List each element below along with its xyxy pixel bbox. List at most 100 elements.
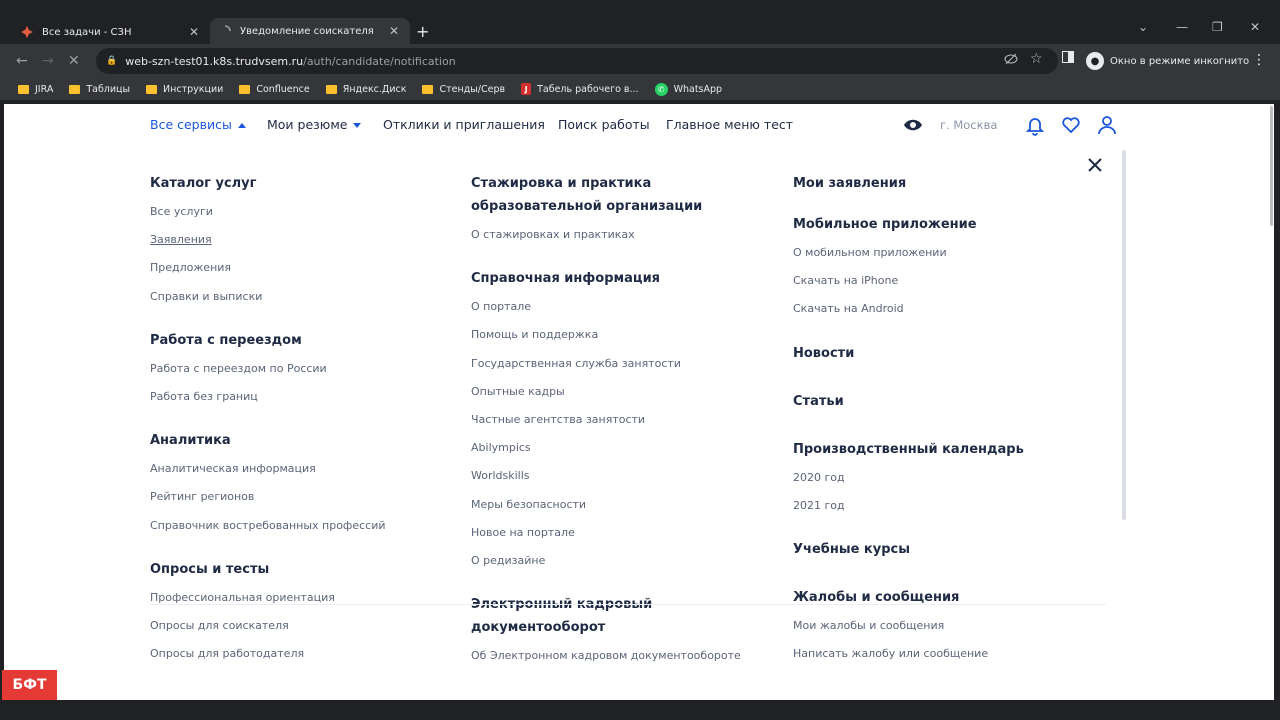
page-scrollbar[interactable] <box>1270 106 1273 226</box>
sidepanel-icon[interactable] <box>1062 51 1074 67</box>
url-host: web-szn-test01.k8s.trudvsem.ru <box>125 54 304 68</box>
menu-link[interactable]: Заявления <box>150 226 386 254</box>
bft-logo: БФТ <box>2 670 57 704</box>
menu-link[interactable]: О портале <box>471 293 741 321</box>
bookmark-confluence[interactable]: Confluence <box>239 84 310 95</box>
section-title: Работа с переездом <box>150 332 302 348</box>
heart-icon[interactable] <box>1060 114 1082 136</box>
tab-search-chevron-icon[interactable]: ⌄ <box>1138 20 1148 34</box>
menu-link[interactable]: Об Электронном кадровом документообороте <box>471 642 741 670</box>
url-path: /auth/candidate/notification <box>303 54 456 68</box>
bookmark-yandex-disk[interactable]: Яндекс.Диск <box>325 84 406 95</box>
bottom-bar <box>0 700 1280 720</box>
bell-icon[interactable] <box>1024 114 1046 136</box>
menu-link[interactable]: Помощь и поддержка <box>471 321 741 349</box>
menu-link[interactable]: Частные агентства занятости <box>471 406 741 434</box>
menu-link[interactable]: Рейтинг регионов <box>150 483 386 511</box>
menu-kebab-icon[interactable]: ⋮ <box>1252 52 1266 68</box>
menu-link[interactable]: О мобильном приложении <box>793 239 1024 267</box>
menu-link[interactable]: Abilympics <box>471 434 741 462</box>
caret-down-icon <box>353 123 362 128</box>
restore-icon[interactable]: ❐ <box>1212 20 1223 34</box>
folder-icon <box>422 84 434 94</box>
menu-link[interactable]: Профессиональная ориентация <box>150 584 386 612</box>
divider <box>150 604 1106 605</box>
incognito-label: Окно в режиме инкогнито <box>1110 55 1250 67</box>
back-icon[interactable]: ← <box>16 53 28 69</box>
nav-job-search[interactable]: Поиск работы <box>558 117 650 132</box>
accessibility-eye-icon[interactable] <box>902 114 924 136</box>
menu-link[interactable]: Опытные кадры <box>471 378 741 406</box>
nav-responses[interactable]: Отклики и приглашения <box>383 117 545 132</box>
browser-toolbar: ← → ✕ 🔒 web-szn-test01.k8s.trudvsem.ru/a… <box>0 44 1280 78</box>
star-icon[interactable]: ☆ <box>1030 51 1043 67</box>
menu-link[interactable]: Государственная служба занятости <box>471 350 741 378</box>
menu-column-1: Каталог услуг Все услуги Заявления Предл… <box>150 172 386 668</box>
menu-link[interactable]: Работа без границ <box>150 383 386 411</box>
folder-icon <box>146 84 158 94</box>
bookmark-timesheet[interactable]: J Табель рабочего в... <box>521 83 639 95</box>
menu-link[interactable]: Мои жалобы и сообщения <box>793 612 1024 640</box>
menu-scrollbar[interactable] <box>1122 150 1126 520</box>
j-icon: J <box>521 83 532 95</box>
menu-link[interactable]: Меры безопасности <box>471 491 741 519</box>
user-icon[interactable] <box>1096 114 1118 136</box>
stop-icon[interactable]: ✕ <box>68 53 80 69</box>
address-bar[interactable]: 🔒 web-szn-test01.k8s.trudvsem.ru/auth/ca… <box>96 48 1058 74</box>
bookmark-stands[interactable]: Стенды/Серв <box>422 84 505 95</box>
menu-link[interactable]: Скачать на Android <box>793 295 1024 323</box>
section-title: Справочная информация <box>471 271 661 287</box>
tab-close-icon[interactable]: ✕ <box>186 25 202 39</box>
section-title-link[interactable]: Учебные курсы <box>793 538 1024 561</box>
section-title: Жалобы и сообщения <box>793 590 960 606</box>
incognito-indicator[interactable]: ● Окно в режиме инкогнито <box>1086 52 1249 70</box>
menu-link[interactable]: Новое на портале <box>471 519 741 547</box>
menu-link[interactable]: Предложения <box>150 254 386 282</box>
loading-spinner-icon <box>218 24 232 38</box>
menu-link[interactable]: Все услуги <box>150 198 386 226</box>
nav-all-services[interactable]: Все сервисы <box>150 117 246 132</box>
section-title-link[interactable]: Статьи <box>793 390 1024 413</box>
minimize-icon[interactable]: — <box>1176 20 1188 34</box>
section-title: Каталог услуг <box>150 176 257 191</box>
tab-notification[interactable]: Уведомление соискателя ✕ <box>210 18 410 44</box>
bookmarks-bar: JIRA Таблицы Инструкции Confluence Яндек… <box>0 78 1280 100</box>
menu-link[interactable]: Скачать на iPhone <box>793 267 1024 295</box>
menu-link[interactable]: Опросы для работодателя <box>150 640 386 668</box>
menu-link[interactable]: Справочник востребованных профессий <box>150 512 386 540</box>
menu-link[interactable]: О редизайне <box>471 547 741 575</box>
section-title: Стажировка и практика образовательной ор… <box>471 176 703 214</box>
menu-link[interactable]: Аналитическая информация <box>150 455 386 483</box>
app-favicon-icon <box>20 25 34 39</box>
bookmark-tables[interactable]: Таблицы <box>69 84 130 95</box>
new-tab-icon[interactable]: + <box>416 22 429 41</box>
bookmark-instructions[interactable]: Инструкции <box>146 84 223 95</box>
section-title-link[interactable]: Новости <box>793 342 1024 365</box>
bookmark-whatsapp[interactable]: ✆ WhatsApp <box>654 82 722 96</box>
forward-icon[interactable]: → <box>42 53 54 69</box>
folder-icon <box>69 84 81 94</box>
menu-close-icon[interactable] <box>1086 156 1104 174</box>
menu-link[interactable]: О стажировках и практиках <box>471 221 741 249</box>
eye-off-icon[interactable] <box>1004 52 1018 70</box>
menu-link[interactable]: Справки и выписки <box>150 283 386 311</box>
section-title: Опросы и тесты <box>150 561 270 577</box>
lock-icon: 🔒 <box>106 56 118 66</box>
whatsapp-icon: ✆ <box>654 82 668 96</box>
nav-my-resumes[interactable]: Мои резюме <box>267 117 362 132</box>
nav-main-menu-test[interactable]: Главное меню тест <box>666 117 793 132</box>
menu-link[interactable]: 2020 год <box>793 464 1024 492</box>
tab-close-icon[interactable]: ✕ <box>386 24 402 38</box>
menu-link[interactable]: 2021 год <box>793 492 1024 520</box>
bookmark-jira[interactable]: JIRA <box>18 84 53 95</box>
menu-link[interactable]: Работа с переездом по России <box>150 355 386 383</box>
menu-link[interactable]: Опросы для соискателя <box>150 612 386 640</box>
menu-link[interactable]: Worldskills <box>471 462 741 490</box>
tab-all-tasks[interactable]: Все задачи - СЗН ✕ <box>12 20 210 44</box>
city-selector[interactable]: г. Москва <box>940 118 997 132</box>
menu-link[interactable]: Написать жалобу или сообщение <box>793 640 1024 668</box>
section-title-link[interactable]: Мои заявления <box>793 172 1024 195</box>
section-title: Производственный календарь <box>793 441 1024 457</box>
tab-strip: Все задачи - СЗН ✕ Уведомление соискател… <box>0 0 1280 44</box>
window-close-icon[interactable]: ✕ <box>1250 20 1260 34</box>
